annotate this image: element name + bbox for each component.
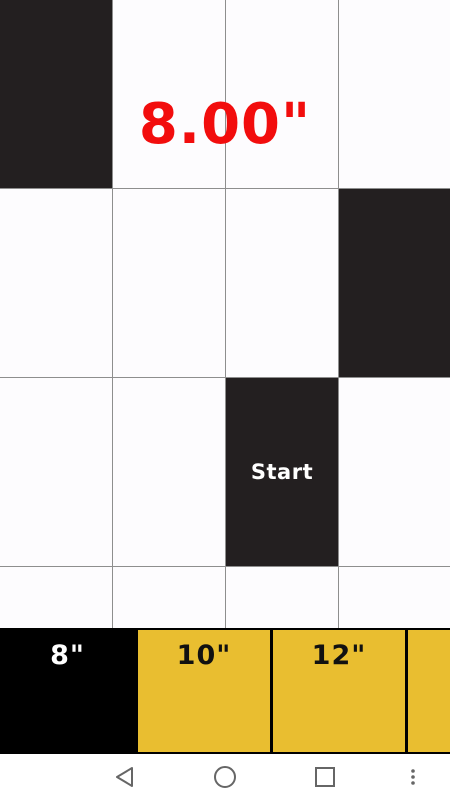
white-tile[interactable]: [0, 189, 113, 378]
android-nav-bar: [0, 754, 450, 800]
white-tile[interactable]: [113, 378, 226, 567]
recent-apps-button[interactable]: [300, 754, 350, 800]
size-option-label: 10": [176, 640, 232, 671]
back-button[interactable]: [100, 754, 150, 800]
recent-apps-icon: [315, 767, 335, 787]
white-tile[interactable]: [0, 378, 113, 567]
white-tile[interactable]: [113, 567, 226, 628]
home-button[interactable]: [200, 754, 250, 800]
back-icon: [116, 767, 133, 787]
game-screen: Start 8.00" 8" 10" 12" 5: [0, 0, 450, 800]
white-tile[interactable]: [226, 567, 339, 628]
white-tile[interactable]: [226, 189, 339, 378]
start-label: Start: [250, 460, 314, 484]
size-option-label: 8": [50, 640, 85, 671]
menu-button[interactable]: [395, 754, 431, 800]
size-selector-bar: 8" 10" 12" 5: [0, 628, 450, 754]
home-icon: [214, 766, 236, 788]
size-option-10[interactable]: 10": [135, 630, 270, 752]
size-option-label: 12": [311, 640, 367, 671]
size-option-5[interactable]: 5: [405, 630, 450, 752]
black-tile[interactable]: [339, 189, 450, 378]
menu-icon: [411, 769, 415, 785]
white-tile[interactable]: [339, 567, 450, 628]
size-option-label: 5: [408, 640, 450, 671]
start-tile[interactable]: Start: [226, 378, 339, 567]
tile-grid: Start 8.00": [0, 0, 450, 628]
size-option-8[interactable]: 8": [0, 630, 135, 752]
white-tile[interactable]: [113, 189, 226, 378]
white-tile[interactable]: [0, 567, 113, 628]
timer-display: 8.00": [138, 92, 312, 157]
size-option-12[interactable]: 12": [270, 630, 405, 752]
white-tile[interactable]: [339, 378, 450, 567]
